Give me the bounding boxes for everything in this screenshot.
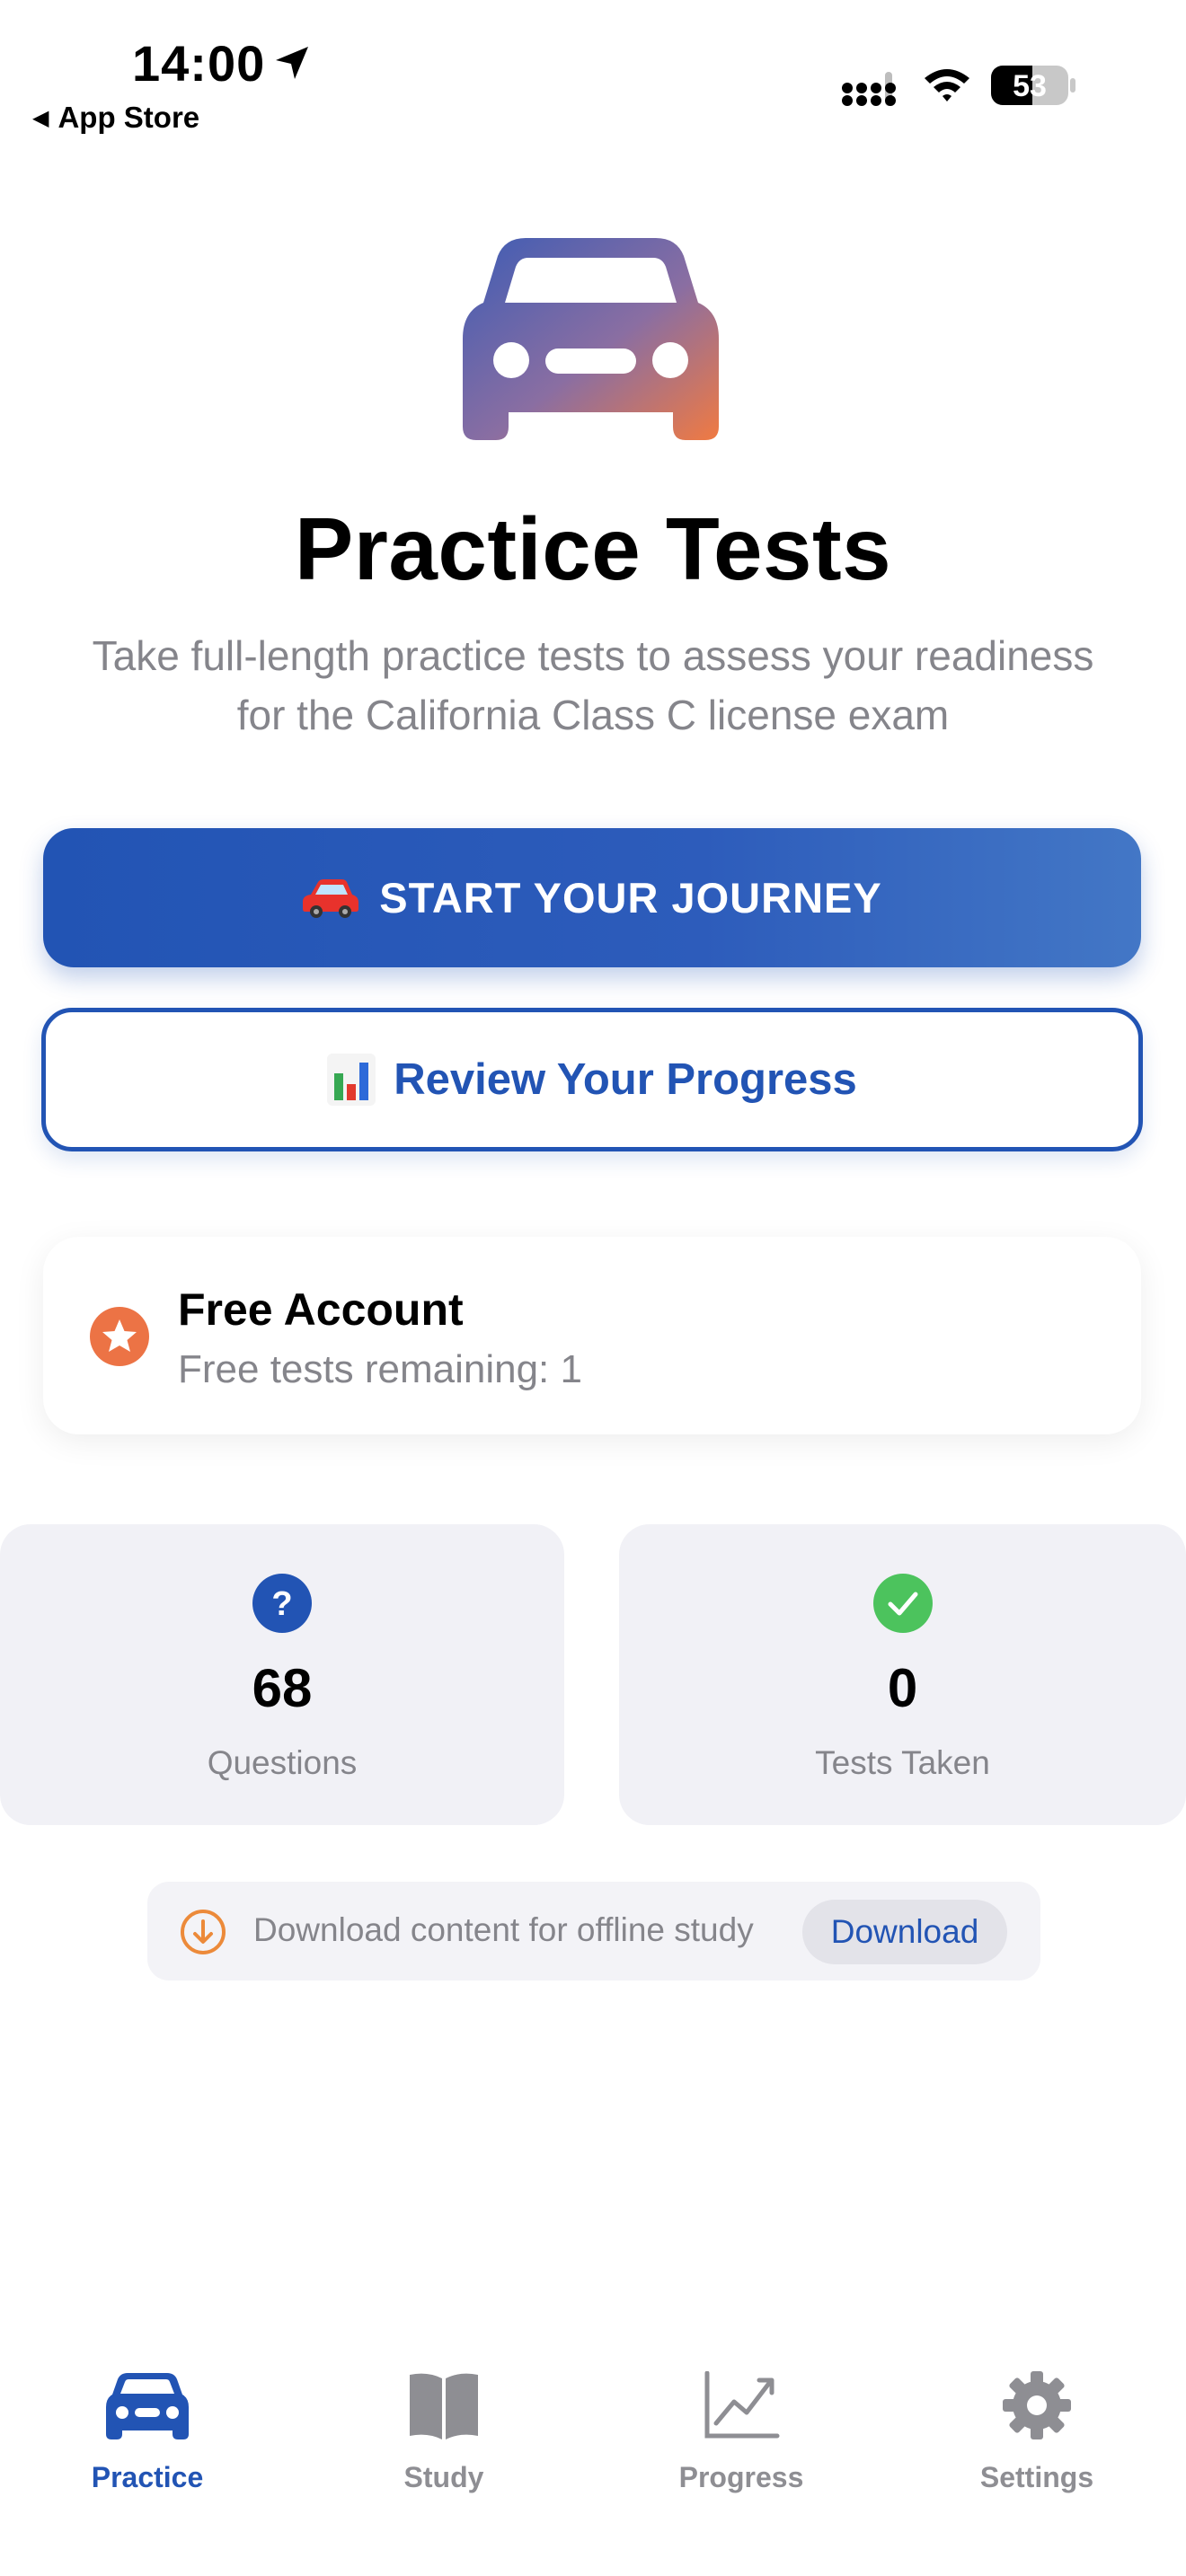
questions-stat-card: ? 68 Questions <box>0 1524 564 1825</box>
status-bar: 14:00 ◀ App Store 53 <box>0 0 1186 153</box>
book-icon <box>410 2373 478 2439</box>
download-button[interactable]: Download <box>802 1900 1007 1964</box>
cellular-signal-icon <box>842 72 896 106</box>
back-app-label: App Store <box>58 101 200 134</box>
page-subtitle: Take full-length practice tests to asses… <box>92 632 1094 738</box>
chart-icon <box>704 2371 780 2439</box>
questions-count: 68 <box>252 1658 313 1718</box>
review-progress-button[interactable]: Review Your Progress <box>41 1008 1143 1151</box>
account-card: Free Account Free tests remaining: 1 <box>43 1237 1141 1434</box>
location-arrow-icon <box>276 47 308 79</box>
tests-remaining-text: Free tests remaining: 1 <box>178 1347 582 1391</box>
car-icon <box>106 2373 189 2439</box>
practice-screen: 14:00 ◀ App Store 53 Practice Tests Take… <box>0 0 1186 2576</box>
red-car-icon <box>303 878 359 918</box>
star-badge-icon <box>90 1307 149 1366</box>
checkmark-circle-icon <box>872 1574 933 1633</box>
tests-taken-count: 0 <box>887 1658 918 1718</box>
battery-indicator: 53 <box>990 65 1076 106</box>
svg-text:?: ? <box>271 1585 292 1623</box>
tab-settings[interactable]: Settings <box>947 2371 1127 2506</box>
bar-chart-icon <box>327 1054 376 1106</box>
gear-icon <box>1003 2371 1071 2439</box>
start-journey-button[interactable]: START YOUR JOURNEY <box>43 828 1141 967</box>
tab-practice[interactable]: Practice <box>58 2371 237 2506</box>
review-progress-label: Review Your Progress <box>394 1055 857 1104</box>
status-time: 14:00 <box>132 35 266 92</box>
tab-progress-label: Progress <box>678 2461 804 2493</box>
question-circle-icon: ? <box>252 1574 312 1633</box>
account-title: Free Account <box>178 1284 464 1335</box>
wifi-icon <box>925 69 969 101</box>
tests-taken-stat-card: 0 Tests Taken <box>619 1524 1186 1825</box>
back-triangle-icon: ◀ <box>32 105 49 130</box>
tests-taken-label: Tests Taken <box>815 1744 990 1781</box>
tab-bar: Practice Study Progress Settings <box>0 2335 1186 2576</box>
offline-text: Download content for offline study <box>253 1911 754 1948</box>
tab-progress[interactable]: Progress <box>651 2371 831 2506</box>
tab-study[interactable]: Study <box>354 2371 534 2506</box>
questions-label: Questions <box>207 1744 358 1781</box>
tab-practice-label: Practice <box>91 2461 204 2493</box>
tab-settings-label: Settings <box>979 2461 1094 2493</box>
back-to-app-store[interactable]: ◀ App Store <box>32 101 199 135</box>
offline-download-bar: Download content for offline study Downl… <box>147 1882 1040 1981</box>
car-icon <box>463 238 719 440</box>
battery-level: 53 <box>1013 69 1047 103</box>
page-title: Practice Tests <box>294 499 892 598</box>
download-circle-icon <box>181 1910 226 1954</box>
start-journey-label: START YOUR JOURNEY <box>379 874 882 922</box>
tab-study-label: Study <box>403 2461 484 2493</box>
